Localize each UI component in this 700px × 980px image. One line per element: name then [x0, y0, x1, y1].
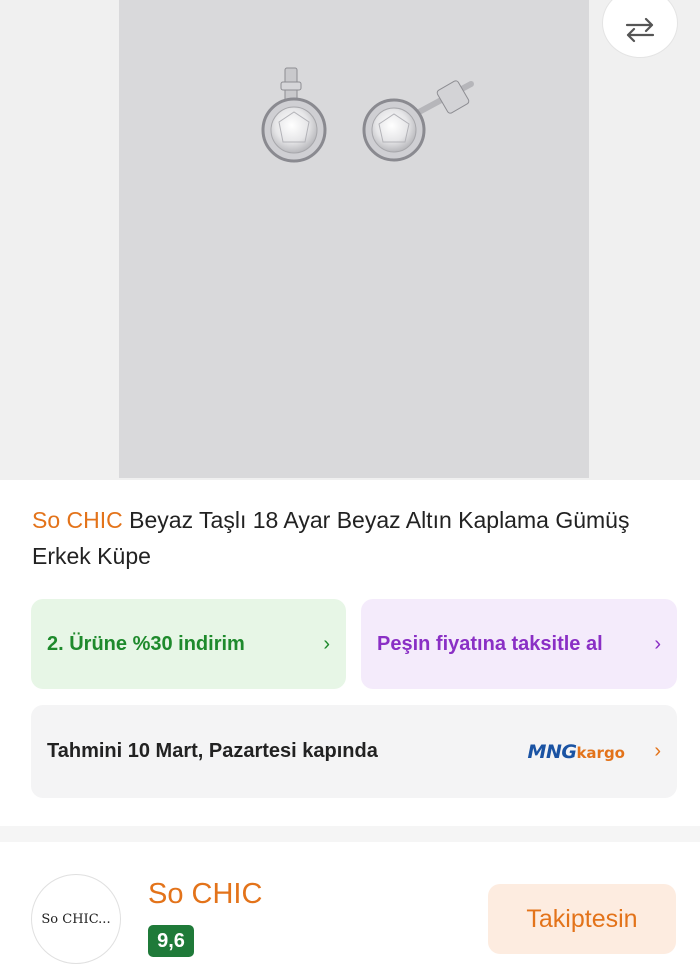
discount-promo-card[interactable]: 2. Ürüne %30 indirim › [31, 599, 346, 689]
section-divider [0, 826, 700, 842]
seller-name[interactable]: So CHIC [148, 878, 262, 911]
carrier-logo: MNGkargo [527, 740, 625, 763]
product-gallery[interactable] [0, 0, 700, 480]
swap-arrows-icon [625, 17, 655, 43]
product-image[interactable] [119, 0, 589, 478]
chevron-right-icon: › [654, 632, 661, 655]
installment-promo-card[interactable]: Peşin fiyatına taksitle al › [361, 599, 677, 689]
seller-rating-badge: 9,6 [148, 925, 194, 957]
seller-avatar-text: So CHIC... [41, 911, 111, 927]
follow-button[interactable]: Takiptesin [488, 884, 676, 954]
chevron-right-icon: › [654, 740, 661, 762]
installment-promo-label: Peşin fiyatına taksitle al [377, 633, 603, 655]
delivery-estimate-text: Tahmini 10 Mart, Pazartesi kapında [47, 740, 378, 762]
earrings-photo [261, 67, 474, 163]
compare-button[interactable] [602, 0, 678, 58]
discount-promo-label: 2. Ürüne %30 indirim [47, 633, 245, 655]
product-brand-link[interactable]: So CHIC [32, 507, 123, 533]
delivery-estimate-card[interactable]: Tahmini 10 Mart, Pazartesi kapında MNGka… [31, 705, 677, 798]
chevron-right-icon: › [323, 632, 330, 655]
seller-avatar[interactable]: So CHIC... [31, 874, 121, 964]
product-title: So CHIC Beyaz Taşlı 18 Ayar Beyaz Altın … [32, 502, 672, 574]
